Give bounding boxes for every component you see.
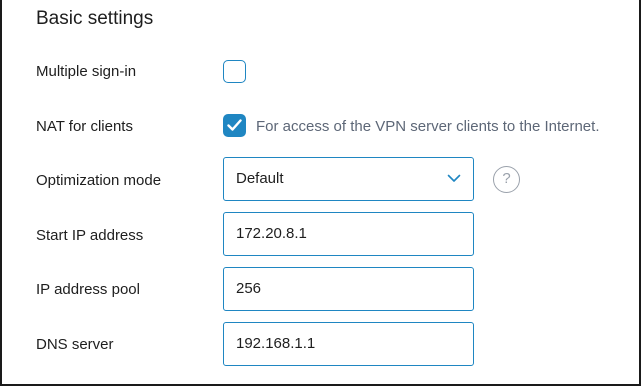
optimization-mode-label: Optimization mode: [36, 172, 162, 189]
multiple-signin-checkbox[interactable]: [223, 60, 246, 83]
section-title: Basic settings: [36, 8, 154, 29]
checkmark-icon: [227, 119, 242, 131]
ip-pool-label: IP address pool: [36, 281, 140, 298]
multiple-signin-label: Multiple sign-in: [36, 63, 137, 80]
dns-server-label: DNS server: [36, 336, 114, 353]
nat-checkbox[interactable]: [223, 114, 246, 137]
start-ip-value: 172.20.8.1: [236, 225, 307, 242]
start-ip-input[interactable]: 172.20.8.1: [223, 212, 474, 256]
dns-server-value: 192.168.1.1: [236, 335, 316, 352]
optimization-mode-value: Default: [236, 170, 284, 187]
nat-label: NAT for clients: [36, 118, 133, 135]
nat-hint: For access of the VPN server clients to …: [256, 118, 600, 135]
ip-pool-value: 256: [236, 280, 262, 297]
optimization-mode-select[interactable]: Default: [223, 157, 474, 201]
chevron-down-icon: [447, 174, 461, 182]
basic-settings-panel: Basic settings Multiple sign-in NAT for …: [0, 0, 641, 386]
ip-pool-input[interactable]: 256: [223, 267, 474, 311]
question-circle-icon[interactable]: ?: [493, 166, 520, 193]
dns-server-input[interactable]: 192.168.1.1: [223, 322, 474, 366]
start-ip-label: Start IP address: [36, 227, 144, 244]
